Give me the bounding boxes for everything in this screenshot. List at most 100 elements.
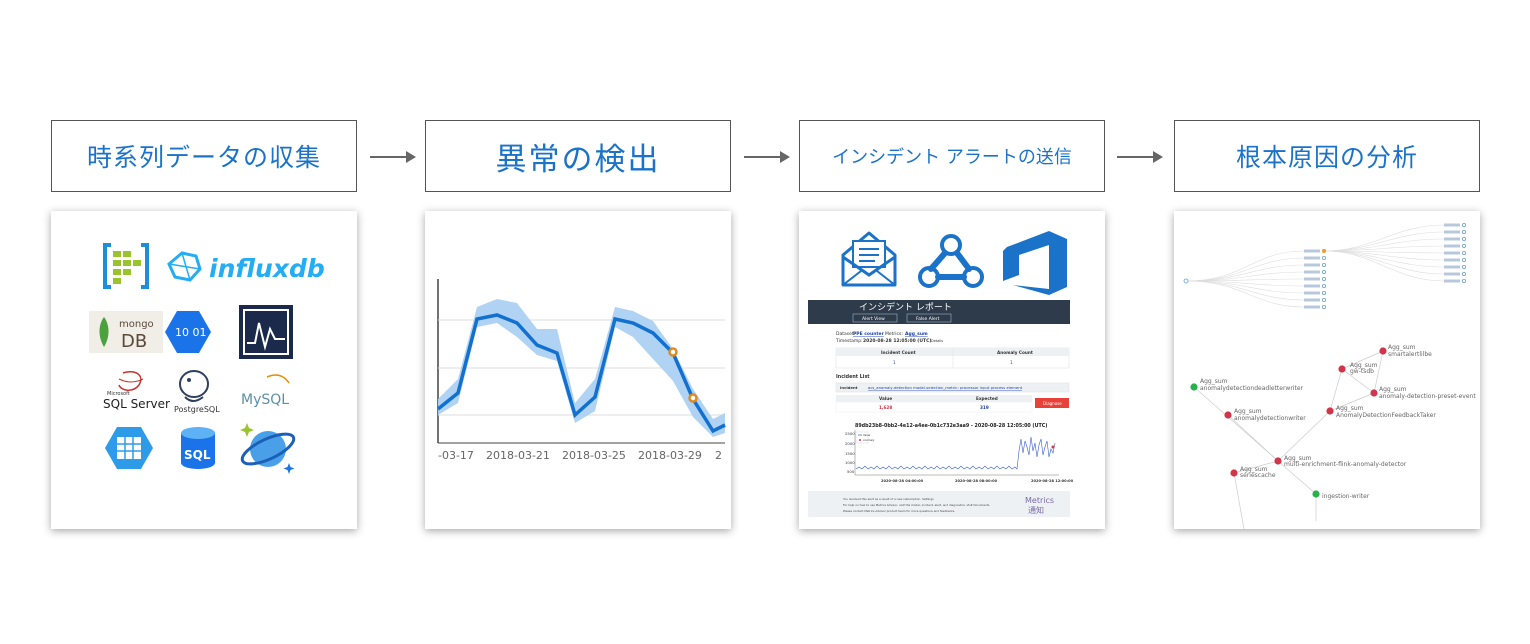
- monitor-pulse-icon: [239, 305, 293, 359]
- svg-text:Alert View: Alert View: [862, 316, 885, 322]
- svg-text:Incident Count: Incident Count: [881, 350, 916, 355]
- svg-text:multi-enrichment-flink-anomaly: multi-enrichment-flink-anomaly-detector: [1284, 461, 1407, 468]
- svg-text:Anomaly Count: Anomaly Count: [997, 350, 1033, 355]
- svg-text:319: 319: [980, 405, 989, 410]
- svg-text:False Alert: False Alert: [916, 316, 940, 322]
- svg-text:seriescache: seriescache: [1240, 472, 1276, 479]
- anomaly-detection-card: -03-17 2018-03-21 2018-03-25 2018-03-29 …: [425, 211, 731, 529]
- bigdata-hexagon-icon: 10 01: [165, 311, 211, 353]
- svg-text:anomalydetectionwriter: anomalydetectionwriter: [1234, 415, 1306, 422]
- svg-text:AnomalyDetectionFeedbackTaker: AnomalyDetectionFeedbackTaker: [1336, 412, 1436, 419]
- step-title-collect: 時系列データの収集: [86, 143, 321, 172]
- graph-node[interactable]: Agg_sum multi-enrichment-flink-anomaly-d…: [1274, 455, 1407, 468]
- step-box-detect: 異常の検出: [425, 120, 731, 192]
- graph-node[interactable]: Agg_sum AnomalyDetectionFeedbackTaker: [1326, 405, 1436, 419]
- svg-text:Metrics: Metrics: [1025, 496, 1054, 505]
- svg-text:Anomaly: Anomaly: [863, 438, 875, 442]
- step-title-rca: 根本原因の分析: [1235, 143, 1418, 172]
- graph-node[interactable]: Agg_sum anomalydetectiondeadletterwriter: [1190, 378, 1304, 392]
- azure-devops-icon: [1003, 231, 1067, 295]
- graph-node[interactable]: Agg_sum anomaly-detection-preset-event: [1370, 386, 1476, 400]
- mongodb-logo: mongo DB: [89, 311, 163, 353]
- svg-text:PostgreSQL: PostgreSQL: [174, 405, 220, 414]
- svg-text:Timestamp:: Timestamp:: [835, 338, 863, 344]
- webhook-icon: [918, 234, 984, 288]
- svg-text:acs_anomaly-detection model-se: acs_anomaly-detection model-selection_me…: [868, 385, 1023, 390]
- svg-text:ingestion-writer: ingestion-writer: [1322, 493, 1370, 500]
- x-tick-label: 2018-03-21: [486, 449, 550, 462]
- report-title: インシデント レポート: [859, 301, 952, 313]
- sql-server-logo: Microsoft SQL Server: [103, 371, 170, 411]
- svg-text:Agg_sum: Agg_sum: [1200, 378, 1228, 385]
- graph-node[interactable]: Agg_sum seriescache: [1230, 466, 1276, 479]
- table-storage-icon: [105, 427, 153, 469]
- svg-text:Agg_sum: Agg_sum: [1388, 344, 1416, 351]
- svg-text:SQL Server: SQL Server: [103, 397, 170, 411]
- alert-card: インシデント レポート Alert View False Alert Datas…: [799, 211, 1105, 529]
- mini-series-line: [855, 436, 1056, 470]
- svg-text:10 01: 10 01: [175, 326, 207, 339]
- svg-text:Details: Details: [931, 339, 943, 343]
- svg-text:1: 1: [1010, 360, 1013, 365]
- influxdb-logo: influxdb: [167, 251, 325, 283]
- anomaly-point: [668, 347, 678, 357]
- email-icon: [841, 231, 897, 287]
- svg-text:1,628: 1,628: [879, 405, 892, 410]
- svg-text:1: 1: [893, 360, 896, 365]
- graph-node[interactable]: Agg_sum gw-tsdb: [1338, 362, 1378, 375]
- svg-text:anomaly-detection-preset-event: anomaly-detection-preset-event: [1379, 393, 1476, 400]
- svg-text:Agg_sum: Agg_sum: [1234, 408, 1262, 415]
- graph-node[interactable]: Agg_sum smartalertlilbe: [1379, 344, 1432, 358]
- svg-text:gw-tsdb: gw-tsdb: [1350, 368, 1374, 375]
- svg-text:Metrics:: Metrics:: [885, 331, 903, 337]
- x-tick-label: 2: [715, 449, 722, 462]
- step-box-collect: 時系列データの収集: [51, 120, 357, 192]
- step-title-detect: 異常の検出: [495, 141, 661, 178]
- arrow-icon: [744, 151, 790, 163]
- svg-text:Agg_sum: Agg_sum: [1379, 386, 1407, 393]
- svg-text:89db23b8-0bb2-4e12-a4ee-0b1c73: 89db23b8-0bb2-4e12-a4ee-0b1c732e3aa9 - 2…: [855, 423, 1048, 429]
- root-cause-card: Agg_sum smartalertlilbe Agg_sum gw-tsdb …: [1174, 211, 1480, 529]
- svg-text:2020-08-28 12:05:00 (UTC): 2020-08-28 12:05:00 (UTC): [863, 338, 931, 344]
- svg-text:2020-08-28 12:00:00: 2020-08-28 12:00:00: [1031, 479, 1074, 483]
- graph-node[interactable]: Agg_sum anomalydetectionwriter: [1224, 408, 1306, 422]
- anomaly-point: [688, 393, 698, 403]
- data-sources-card: influxdb mongo DB 10 01 Microsoft SQL Se…: [51, 211, 357, 529]
- sql-database-icon: SQL: [181, 427, 215, 469]
- x-tick-label: -03-17: [438, 449, 474, 462]
- svg-text:DB: DB: [121, 331, 147, 352]
- mysql-logo: MySQL: [241, 374, 290, 408]
- event-hubs-icon: [103, 243, 149, 289]
- svg-text:2500: 2500: [845, 431, 855, 436]
- svg-text:Value: Value: [879, 396, 892, 401]
- svg-text:Please contact Metrics Advisor: Please contact Metrics Advisor product t…: [843, 509, 955, 513]
- svg-text:anomalydetectiondeadletterwrit: anomalydetectiondeadletterwriter: [1200, 385, 1304, 392]
- svg-text:You received this alert as a r: You received this alert as a result of a…: [843, 497, 934, 501]
- svg-text:Agg_sum: Agg_sum: [905, 331, 928, 337]
- svg-text:smartalertlilbe: smartalertlilbe: [1388, 351, 1432, 358]
- svg-text:MySQL: MySQL: [241, 392, 289, 408]
- svg-text:通知: 通知: [1028, 505, 1044, 515]
- svg-text:influxdb: influxdb: [209, 254, 325, 283]
- svg-text:mongo: mongo: [119, 319, 154, 330]
- mini-anomaly-point: [1051, 445, 1055, 449]
- x-tick-label: 2018-03-29: [638, 449, 702, 462]
- graph-node[interactable]: ingestion-writer: [1312, 490, 1370, 500]
- svg-text:Value: Value: [863, 433, 871, 437]
- arrow-icon: [370, 151, 416, 163]
- svg-text:1500: 1500: [845, 451, 855, 456]
- svg-text:Incident: Incident: [840, 385, 858, 390]
- step-box-alert: インシデント アラートの送信: [799, 120, 1105, 192]
- svg-text:For help on how to use Metrics: For help on how to use Metrics Advisor, …: [843, 503, 990, 507]
- step-box-rca: 根本原因の分析: [1174, 120, 1480, 192]
- svg-text:2020-08-28 04:00:00: 2020-08-28 04:00:00: [881, 479, 924, 483]
- svg-text:Incident List: Incident List: [836, 374, 870, 380]
- svg-text:SQL: SQL: [184, 448, 211, 462]
- arrow-icon: [1117, 151, 1163, 163]
- cosmos-db-icon: [240, 423, 296, 474]
- svg-text:PPE counter: PPE counter: [853, 331, 885, 337]
- postgresql-logo: PostgreSQL: [174, 370, 220, 414]
- svg-text:Agg_sum: Agg_sum: [1336, 405, 1364, 412]
- svg-text:2020-08-28 08:00:00: 2020-08-28 08:00:00: [955, 479, 998, 483]
- svg-text:Diagnose: Diagnose: [1043, 401, 1062, 406]
